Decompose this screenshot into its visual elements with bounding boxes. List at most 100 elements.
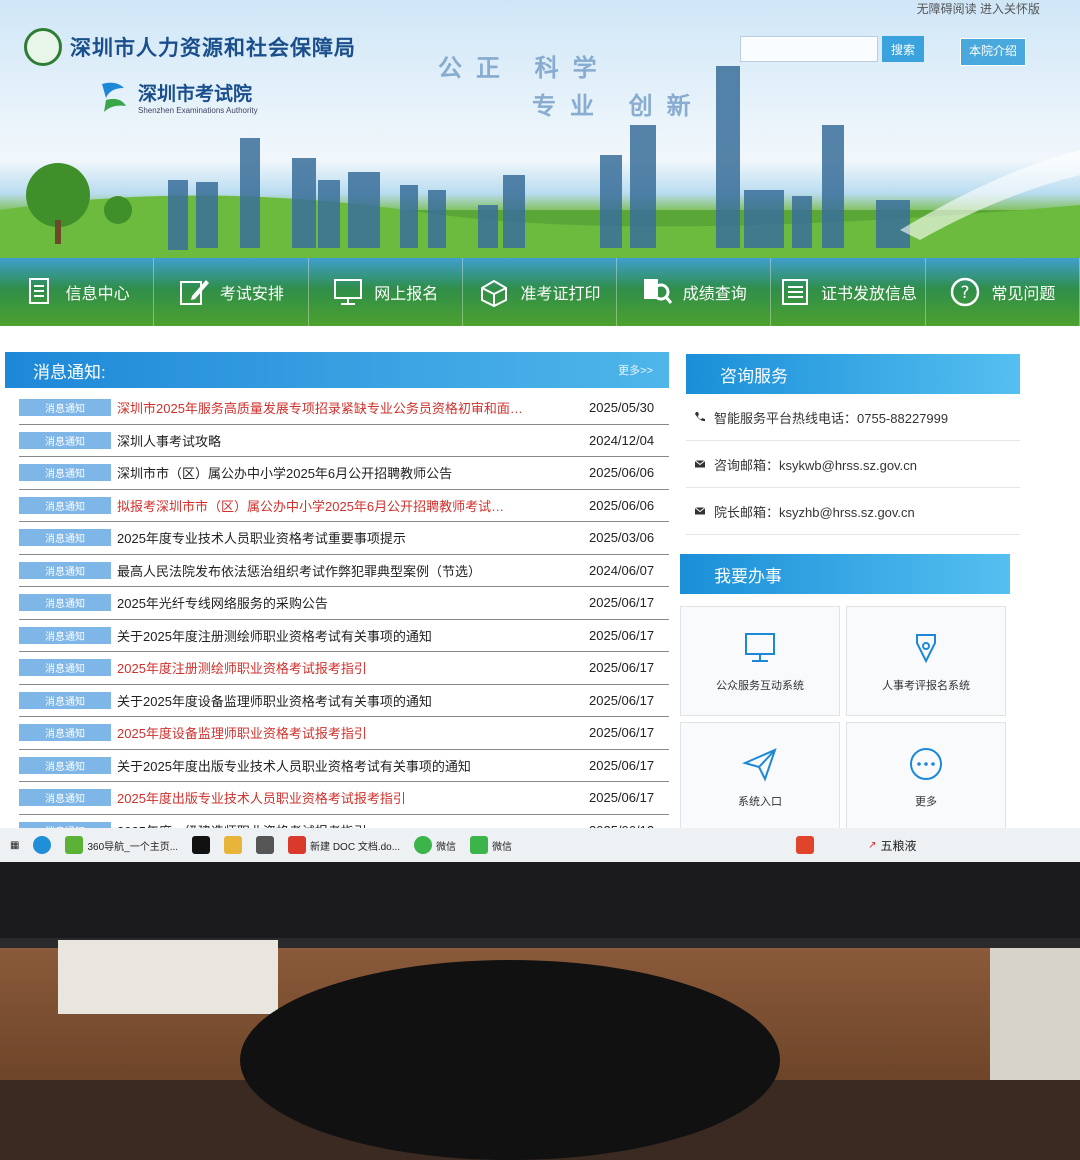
folder-icon[interactable] [224, 836, 243, 854]
service-label: 人事考评报名系统 [882, 680, 970, 692]
notice-title-link[interactable]: 关于2025年度注册测绘师职业资格考试有关事项的通知 [117, 626, 589, 645]
institute-logo[interactable]: 深圳市考试院 Shenzhen Examinations Authority [96, 78, 258, 116]
news-widget[interactable]: ↗ 五粮液 [868, 837, 916, 854]
notice-row[interactable]: 消息通知 2025年度设备监理师职业资格考试报考指引 2025/06/17 [19, 717, 669, 750]
service-tile-2[interactable]: 系统入口 [680, 722, 840, 832]
service-tile-3[interactable]: 更多 [846, 722, 1006, 832]
notice-row[interactable]: 消息通知 深圳市市（区）属公办中小学2025年6月公开招聘教师公告 2025/06/… [19, 457, 669, 490]
notice-date: 2025/06/06 [589, 497, 655, 513]
service-tile-1[interactable]: 人事考评报名系统 [846, 606, 1006, 716]
sogou-icon[interactable] [796, 836, 815, 854]
browser-360-icon [65, 836, 84, 854]
more-link[interactable]: 更多>> [618, 362, 653, 378]
more-icon [910, 748, 942, 780]
nav-item-1[interactable]: 考试安排 [154, 258, 309, 326]
notice-date: 2025/06/17 [589, 660, 655, 676]
email-row: 咨询邮箱：ksykwb@hrss.sz.gov.cn [686, 441, 1020, 488]
notice-date: 2025/06/17 [589, 595, 655, 611]
email-text[interactable]: 咨询邮箱：ksykwb@hrss.sz.gov.cn [714, 455, 917, 474]
notice-date: 2025/06/06 [589, 465, 655, 481]
search-button[interactable]: 搜索 [882, 36, 924, 62]
document-icon [28, 278, 49, 304]
taskbar-app-wechat[interactable]: 微信 [414, 836, 456, 854]
notice-row[interactable]: 消息通知 深圳人事考试攻略 2024/12/04 [19, 425, 669, 457]
notice-date: 2025/03/06 [589, 530, 655, 546]
notice-row[interactable]: 消息通知 最高人民法院发布依法惩治组织考试作弊犯罪典型案例（节选） 2024/06/… [19, 555, 669, 587]
windows-taskbar: ▦ 360导航_一个主页... 新建 DOC 文档.do... 微信 微信 ↗ 五… [0, 828, 1080, 862]
notice-row[interactable]: 消息通知 深圳市2025年服务高质量发展专项招录紧缺专业公务员资格初审和面… 202… [19, 392, 669, 425]
notice-title-link[interactable]: 深圳市2025年服务高质量发展专项招录紧缺专业公务员资格初审和面… [117, 398, 589, 417]
mail-icon [694, 460, 706, 468]
nav-item-3[interactable]: 准考证打印 [463, 258, 618, 326]
nav-label: 成绩查询 [682, 286, 747, 303]
nav-item-4[interactable]: 成绩查询 [617, 258, 772, 326]
agency-logo[interactable]: 深圳市人力资源和社会保障局 [24, 28, 356, 66]
emblem-icon [24, 28, 62, 66]
notice-panel: 消息通知: 更多>> 消息通知 深圳市2025年服务高质量发展专项招录紧缺专业公务… [5, 352, 669, 847]
notice-title-link[interactable]: 2025年度设备监理师职业资格考试报考指引 [117, 723, 589, 742]
notice-badge: 消息通知 [19, 626, 111, 644]
notice-title-link[interactable]: 拟报考深圳市市（区）属公办中小学2025年6月公开招聘教师考试… [117, 496, 589, 515]
printer-icon [481, 279, 508, 308]
notice-title-link[interactable]: 深圳市市（区）属公办中小学2025年6月公开招聘教师公告 [117, 463, 589, 482]
monitor-bezel [0, 862, 1080, 942]
notice-title-link[interactable]: 最高人民法院发布依法惩治组织考试作弊犯罪典型案例（节选） [117, 561, 589, 580]
nav-item-6[interactable]: ? 常见问题 [926, 258, 1080, 326]
taskbar-app-wps[interactable]: 新建 DOC 文档.do... [288, 836, 400, 854]
nav-label: 准考证打印 [520, 286, 601, 303]
notice-title-link[interactable]: 2025年度出版专业技术人员职业资格考试报考指引 [117, 788, 589, 807]
edit-icon [179, 280, 209, 305]
task-view-icon[interactable]: ▦ [10, 840, 19, 851]
about-button[interactable]: 本院介绍 [960, 38, 1027, 66]
search-icon [643, 279, 672, 304]
notice-row[interactable]: 消息通知 关于2025年度设备监理师职业资格考试有关事项的通知 2025/06/17 [19, 685, 669, 717]
notice-title: 消息通知: [33, 362, 106, 382]
hotline-row: 智能服务平台热线电话：0755-88227999 [686, 394, 1020, 441]
notice-row[interactable]: 消息通知 2025年度注册测绘师职业资格考试报考指引 2025/06/17 [19, 652, 669, 685]
mail-icon [694, 507, 706, 515]
notice-row[interactable]: 消息通知 2025年度出版专业技术人员职业资格考试报考指引 2025/06/17 [19, 782, 669, 815]
wps-icon [288, 836, 307, 854]
notice-title-link[interactable]: 关于2025年度出版专业技术人员职业资格考试有关事项的通知 [117, 756, 589, 775]
notice-title-link[interactable]: 关于2025年度设备监理师职业资格考试有关事项的通知 [117, 691, 589, 710]
taskbar-app-360[interactable]: 360导航_一个主页... [65, 836, 178, 854]
motto-line-1: 公正 科学 [438, 55, 611, 82]
top-links[interactable]: 无障碍阅读 进入关怀版 [917, 0, 1040, 17]
notice-header: 消息通知: 更多>> [5, 352, 669, 388]
nav-label: 考试安排 [219, 286, 284, 303]
taskbar-app-wechat-2[interactable]: 微信 [470, 836, 512, 854]
nav-item-5[interactable]: 证书发放信息 [771, 258, 926, 326]
background-wall [990, 948, 1080, 1080]
service-label: 系统入口 [738, 796, 782, 808]
notice-badge: 消息通知 [19, 659, 111, 677]
notice-badge: 消息通知 [19, 691, 111, 709]
director-email-text[interactable]: 院长邮箱：ksyzhb@hrss.sz.gov.cn [714, 502, 915, 521]
notice-badge: 消息通知 [19, 431, 111, 449]
nav-item-2[interactable]: 网上报名 [309, 258, 463, 326]
nav-item-0[interactable]: 信息中心 [0, 258, 155, 326]
notice-row[interactable]: 消息通知 2025年度专业技术人员职业资格考试重要事项提示 2025/03/06 [19, 522, 669, 555]
notice-row[interactable]: 消息通知 拟报考深圳市市（区）属公办中小学2025年6月公开招聘教师考试… 2025… [19, 490, 669, 522]
notice-title-link[interactable]: 2025年度注册测绘师职业资格考试报考指引 [117, 658, 589, 677]
search-input[interactable] [740, 36, 878, 62]
wechat-icon [470, 836, 489, 854]
notice-title-link[interactable]: 2025年光纤专线网络服务的采购公告 [117, 593, 589, 612]
notice-title-link[interactable]: 深圳人事考试攻略 [117, 431, 589, 450]
service-label: 公众服务互动系统 [716, 680, 804, 692]
notice-row[interactable]: 消息通知 关于2025年度出版专业技术人员职业资格考试有关事项的通知 2025/06… [19, 750, 669, 782]
agency-name: 深圳市人力资源和社会保障局 [70, 37, 356, 60]
tiktok-icon[interactable] [192, 836, 211, 854]
hotline-text: 智能服务平台热线电话：0755-88227999 [714, 410, 949, 426]
service-tile-0[interactable]: 公众服务互动系统 [680, 606, 840, 716]
service-label: 更多 [915, 796, 937, 808]
search-bar: 搜索 [740, 36, 924, 62]
notice-date: 2025/06/17 [589, 757, 655, 773]
camera-icon[interactable] [256, 836, 275, 854]
send-icon [742, 748, 777, 782]
notice-date: 2025/06/17 [589, 790, 655, 806]
notice-row[interactable]: 消息通知 关于2025年度注册测绘师职业资格考试有关事项的通知 2025/06/17 [19, 620, 669, 652]
notice-title-link[interactable]: 2025年度专业技术人员职业资格考试重要事项提示 [117, 528, 589, 547]
notice-badge: 消息通知 [19, 399, 111, 417]
edge-icon[interactable] [33, 836, 52, 854]
notice-row[interactable]: 消息通知 2025年光纤专线网络服务的采购公告 2025/06/17 [19, 587, 669, 620]
